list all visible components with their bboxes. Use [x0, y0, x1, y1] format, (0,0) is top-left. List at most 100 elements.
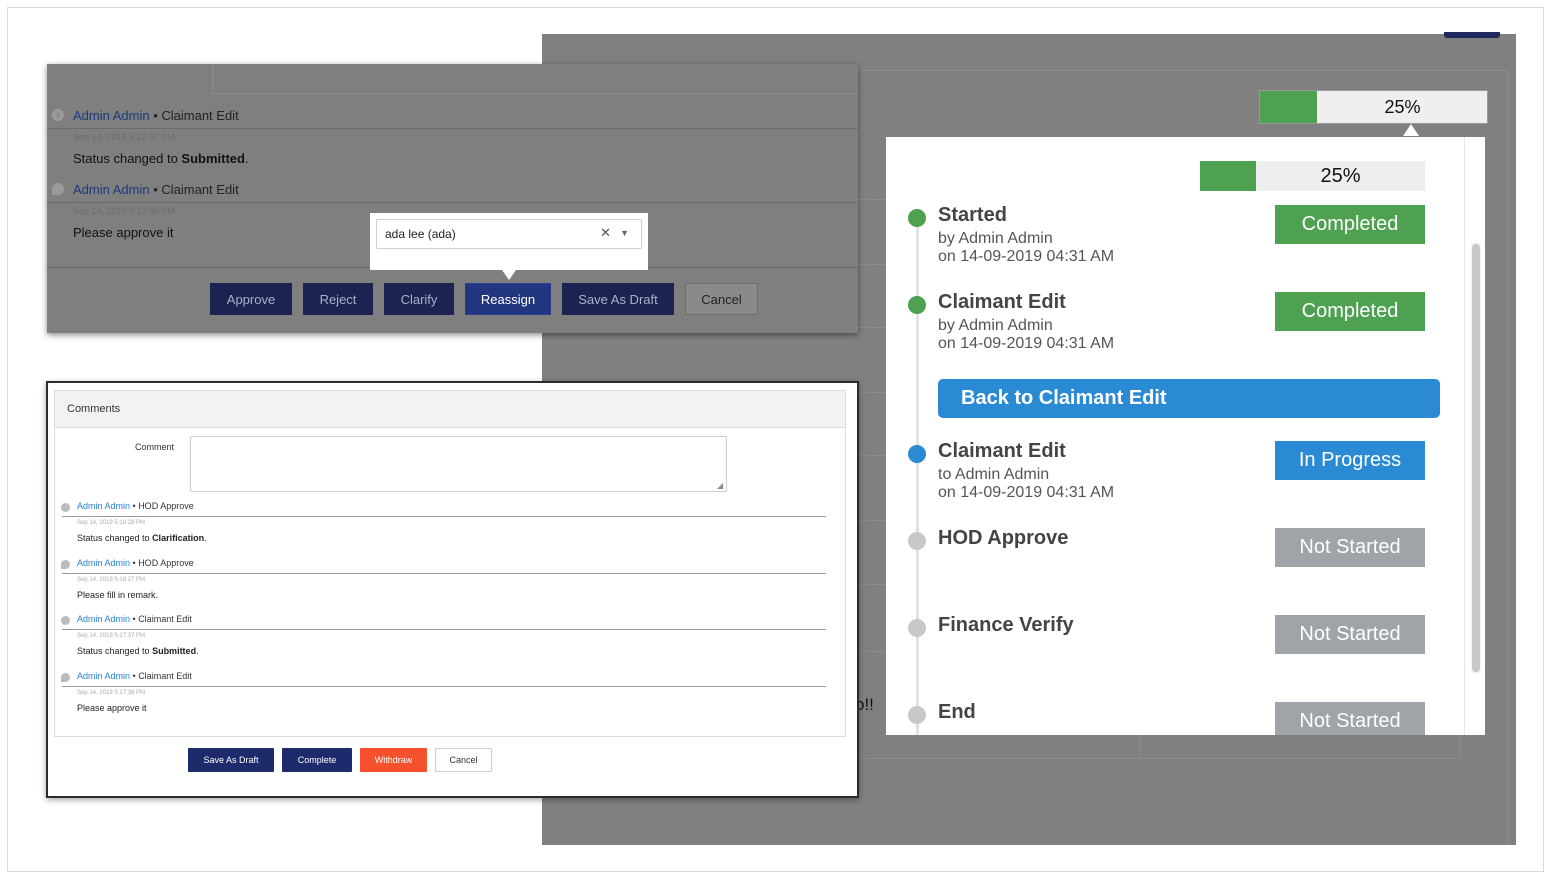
background-row-divider [860, 758, 1460, 759]
timeline-dot-icon [908, 445, 926, 463]
chevron-down-icon[interactable]: ▼ [620, 228, 629, 238]
comment-message: Please fill in remark. [77, 590, 159, 600]
entry-divider [62, 516, 826, 517]
popover-caret [502, 270, 516, 280]
comments-button-row: Save As Draft Complete Withdraw Cancel [188, 748, 492, 772]
entry-divider [62, 629, 826, 630]
background-col-divider [1460, 734, 1461, 758]
comment-step: Claimant Edit [138, 671, 192, 681]
background-top-button [1444, 32, 1500, 38]
background-progress-badge[interactable]: 25% [1259, 90, 1488, 124]
cancel-button[interactable]: Cancel [685, 283, 758, 315]
step-status-badge: In Progress [1275, 441, 1425, 480]
comment-author-link[interactable]: Admin Admin [77, 614, 130, 624]
comment-message: Status changed to Submitted. [73, 151, 249, 166]
timeline-dot-icon [908, 532, 926, 550]
background-progress-text: 25% [1384, 96, 1421, 117]
step-assignee: by Admin Admin [938, 230, 1053, 247]
step-name: Started [938, 204, 1007, 226]
timeline-dot-icon [908, 296, 926, 314]
step-assignee: to Admin Admin [938, 466, 1050, 483]
comment-timestamp: Sep 14, 2019 5:17:37 PM [73, 132, 176, 142]
clarify-button[interactable]: Clarify [384, 283, 454, 315]
comment-timestamp: Sep 14, 2019 5:17:36 PM [77, 690, 146, 696]
comment-author-link[interactable]: Admin Admin [77, 671, 130, 681]
cancel-button[interactable]: Cancel [435, 748, 492, 772]
comment-author-link[interactable]: Admin Admin [73, 108, 150, 123]
comment-timestamp: Sep 14, 2019 5:17:36 PM [73, 206, 176, 216]
entry-divider [62, 573, 826, 574]
approval-dialog: i Admin Admin • Claimant Edit Sep 14, 20… [47, 64, 858, 333]
comment-step: Claimant Edit [161, 182, 239, 197]
entry-divider [47, 202, 858, 203]
step-name: End [938, 701, 976, 723]
background-progress-fill [1260, 91, 1317, 123]
withdraw-button[interactable]: Withdraw [360, 748, 427, 772]
comment-timestamp: Sep 14, 2019 5:18:28 PM [77, 520, 146, 526]
background-col-divider [1140, 734, 1141, 758]
clear-icon[interactable]: ✕ [600, 225, 611, 241]
comments-title: Comments [67, 403, 121, 415]
assignee-select-value: ada lee (ada) [385, 227, 456, 241]
comment-author-link[interactable]: Admin Admin [77, 558, 130, 568]
comment-step: Claimant Edit [161, 108, 239, 123]
comment-timestamp: Sep 14, 2019 5:17:37 PM [77, 633, 146, 639]
comment-label: Comment [135, 442, 175, 452]
workflow-status-panel: 25% Started by Admin Admin on 14-09-2019 0… [886, 137, 1485, 735]
step-status-badge: Not Started [1275, 615, 1425, 654]
comment-entry-header: Admin Admin • Claimant Edit [77, 671, 192, 681]
workflow-progress-bar: 25% [1200, 161, 1425, 191]
info-icon [61, 616, 70, 625]
scrollbar-thumb[interactable] [1472, 244, 1480, 672]
comments-dialog: Comments Comment ◢ Admin Admin • HOD App… [46, 381, 859, 798]
step-name: Claimant Edit [938, 291, 1066, 313]
comment-step: HOD Approve [138, 558, 194, 568]
popover-caret [1403, 124, 1419, 136]
entry-divider [62, 686, 826, 687]
step-status-badge: Completed [1275, 205, 1425, 244]
step-assignee: by Admin Admin [938, 317, 1053, 334]
entry-divider [47, 128, 858, 129]
timeline-dot-icon [908, 706, 926, 724]
save-as-draft-button[interactable]: Save As Draft [188, 748, 274, 772]
comment-message: Please approve it [77, 703, 147, 713]
step-status-badge: Not Started [1275, 528, 1425, 567]
assignee-select[interactable]: ada lee (ada) ✕ ▼ [376, 219, 642, 249]
approval-button-row: Approve Reject Clarify Reassign Save As … [210, 283, 758, 315]
step-date: on 14-09-2019 04:31 AM [938, 484, 1115, 501]
workflow-progress-fill [1200, 161, 1257, 191]
comment-entry-header: Admin Admin • Claimant Edit [73, 108, 239, 123]
step-name: Finance Verify [938, 614, 1074, 636]
comment-textarea[interactable] [190, 436, 727, 492]
approve-button[interactable]: Approve [210, 283, 292, 315]
comments-panel-header: Comments [55, 391, 845, 428]
step-status-badge: Not Started [1275, 702, 1425, 735]
comment-step: HOD Approve [138, 501, 194, 511]
save-as-draft-button[interactable]: Save As Draft [562, 283, 674, 315]
comment-icon [52, 183, 64, 195]
workflow-progress-text: 25% [1320, 164, 1361, 187]
comment-entry-header: Admin Admin • HOD Approve [77, 501, 194, 511]
comment-message: Please approve it [73, 225, 174, 240]
comment-icon [61, 673, 70, 682]
reassign-popover: ada lee (ada) ✕ ▼ [370, 213, 648, 270]
info-icon: i [52, 109, 64, 121]
step-name: HOD Approve [938, 527, 1069, 549]
reassign-button[interactable]: Reassign [465, 283, 551, 315]
comment-entry-header: Admin Admin • Claimant Edit [73, 182, 239, 197]
comment-icon [61, 560, 70, 569]
approval-comment-input[interactable] [212, 64, 858, 94]
step-date: on 14-09-2019 04:31 AM [938, 335, 1115, 352]
info-icon [61, 503, 70, 512]
comment-timestamp: Sep 14, 2019 5:18:27 PM [77, 577, 146, 583]
back-to-claimant-edit-button[interactable]: Back to Claimant Edit [938, 379, 1440, 418]
comment-author-link[interactable]: Admin Admin [73, 182, 150, 197]
reject-button[interactable]: Reject [303, 283, 373, 315]
resize-handle-icon[interactable]: ◢ [717, 481, 843, 735]
comment-entry-header: Admin Admin • HOD Approve [77, 558, 194, 568]
comment-message: Status changed to Submitted. [77, 646, 199, 656]
step-date: on 14-09-2019 04:31 AM [938, 248, 1115, 265]
comment-author-link[interactable]: Admin Admin [77, 501, 130, 511]
step-name: Claimant Edit [938, 440, 1066, 462]
complete-button[interactable]: Complete [282, 748, 352, 772]
